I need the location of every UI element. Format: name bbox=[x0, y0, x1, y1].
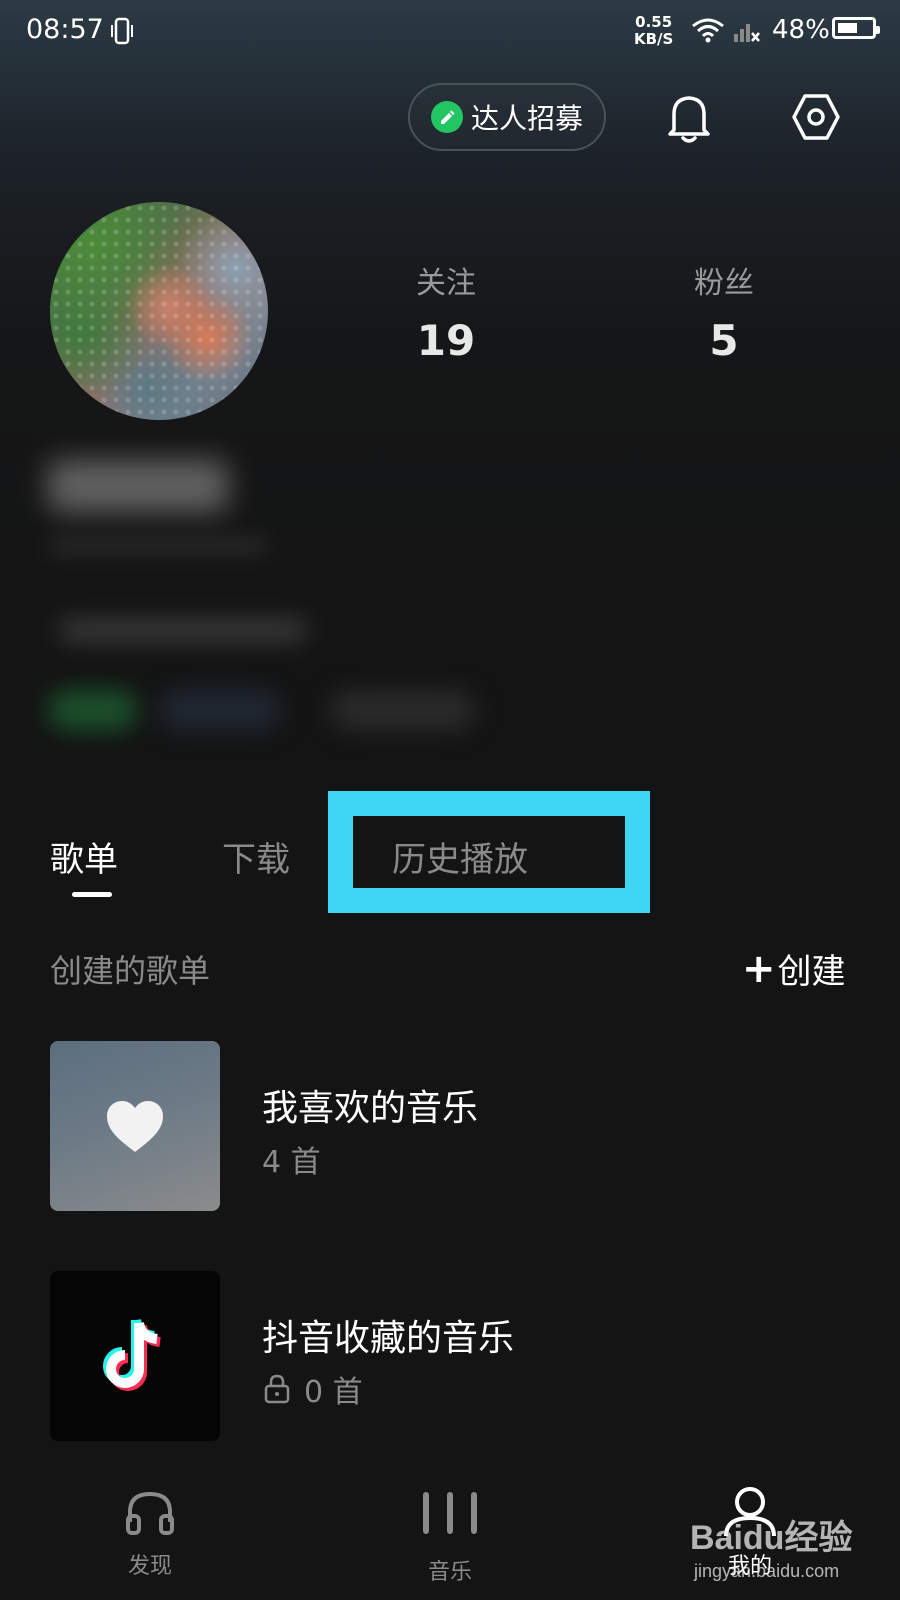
equalizer-icon bbox=[423, 1492, 477, 1534]
following-label: 关注 bbox=[416, 266, 476, 301]
section-title: 创建的歌单 bbox=[50, 952, 211, 990]
playlist-count-text: 0 首 bbox=[304, 1375, 363, 1410]
playlist-title: 我喜欢的音乐 bbox=[262, 1088, 479, 1129]
settings-button[interactable] bbox=[790, 92, 842, 146]
recruit-label: 达人招募 bbox=[470, 102, 583, 135]
recruit-button[interactable]: 达人招募 bbox=[408, 83, 606, 151]
heart-icon bbox=[107, 1101, 163, 1152]
settings-icon bbox=[792, 94, 840, 140]
playlist-row[interactable]: 我喜欢的音乐 4 首 bbox=[50, 1041, 850, 1211]
network-speed: 0.55 KB/S bbox=[634, 14, 673, 48]
blurred-tag bbox=[48, 690, 138, 730]
following-count: 19 bbox=[416, 316, 476, 365]
create-playlist-button[interactable]: + 创建 bbox=[742, 944, 846, 993]
tab-history[interactable]: 历史播放 bbox=[392, 832, 528, 881]
playlist-title: 抖音收藏的音乐 bbox=[262, 1318, 515, 1359]
blurred-bio bbox=[58, 618, 308, 642]
network-speed-unit: KB/S bbox=[634, 30, 674, 48]
tab-bar: 歌单 下载 历史播放 bbox=[0, 800, 900, 897]
wifi-icon bbox=[690, 16, 726, 48]
lock-icon bbox=[264, 1374, 290, 1404]
status-bar: 08:57 0.55 KB/S 48% bbox=[0, 0, 900, 66]
network-speed-value: 0.55 bbox=[635, 13, 673, 31]
edit-icon bbox=[430, 101, 463, 133]
blurred-user-id bbox=[48, 538, 268, 554]
plus-icon: + bbox=[742, 945, 776, 992]
blurred-tag bbox=[330, 690, 475, 730]
playlist-count: 0 首 bbox=[262, 1367, 363, 1411]
signal-icon bbox=[732, 16, 762, 48]
playlist-cover bbox=[50, 1271, 220, 1441]
blurred-tag bbox=[160, 690, 280, 730]
watermark-url: jingyan.baidu.com bbox=[694, 1561, 840, 1581]
nav-music[interactable]: 音乐 bbox=[380, 1460, 520, 1586]
playlist-cover bbox=[50, 1041, 220, 1211]
notifications-button[interactable] bbox=[664, 90, 714, 148]
active-tab-indicator bbox=[72, 892, 112, 897]
tab-downloads[interactable]: 下载 bbox=[222, 832, 290, 881]
fans-stat[interactable]: 粉丝 5 bbox=[644, 258, 804, 365]
playlist-count: 4 首 bbox=[262, 1137, 321, 1181]
battery-percent: 48% bbox=[772, 15, 830, 45]
create-label: 创建 bbox=[777, 952, 846, 992]
fans-count: 5 bbox=[709, 316, 739, 365]
playlist-count-text: 4 首 bbox=[262, 1145, 321, 1180]
watermark-brand: Baidu经验 bbox=[690, 1519, 853, 1557]
playlist-row[interactable]: 抖音收藏的音乐 0 首 bbox=[50, 1271, 850, 1441]
nav-discover[interactable]: 发现 bbox=[80, 1460, 220, 1580]
nav-label: 音乐 bbox=[427, 1560, 472, 1585]
vibrate-icon bbox=[110, 16, 134, 50]
status-time: 08:57 bbox=[26, 14, 104, 45]
blurred-username bbox=[48, 460, 228, 512]
nav-label: 发现 bbox=[127, 1554, 172, 1579]
bell-icon bbox=[668, 96, 710, 143]
following-stat[interactable]: 关注 19 bbox=[366, 258, 526, 365]
watermark: Baidu经验 jingyan.baidu.com bbox=[690, 1510, 852, 1582]
headphones-icon bbox=[126, 1491, 174, 1535]
battery-icon bbox=[832, 17, 880, 39]
fans-label: 粉丝 bbox=[694, 266, 754, 301]
tiktok-logo-icon bbox=[103, 1318, 161, 1391]
tab-playlists[interactable]: 歌单 bbox=[50, 832, 118, 881]
avatar[interactable] bbox=[50, 202, 268, 420]
